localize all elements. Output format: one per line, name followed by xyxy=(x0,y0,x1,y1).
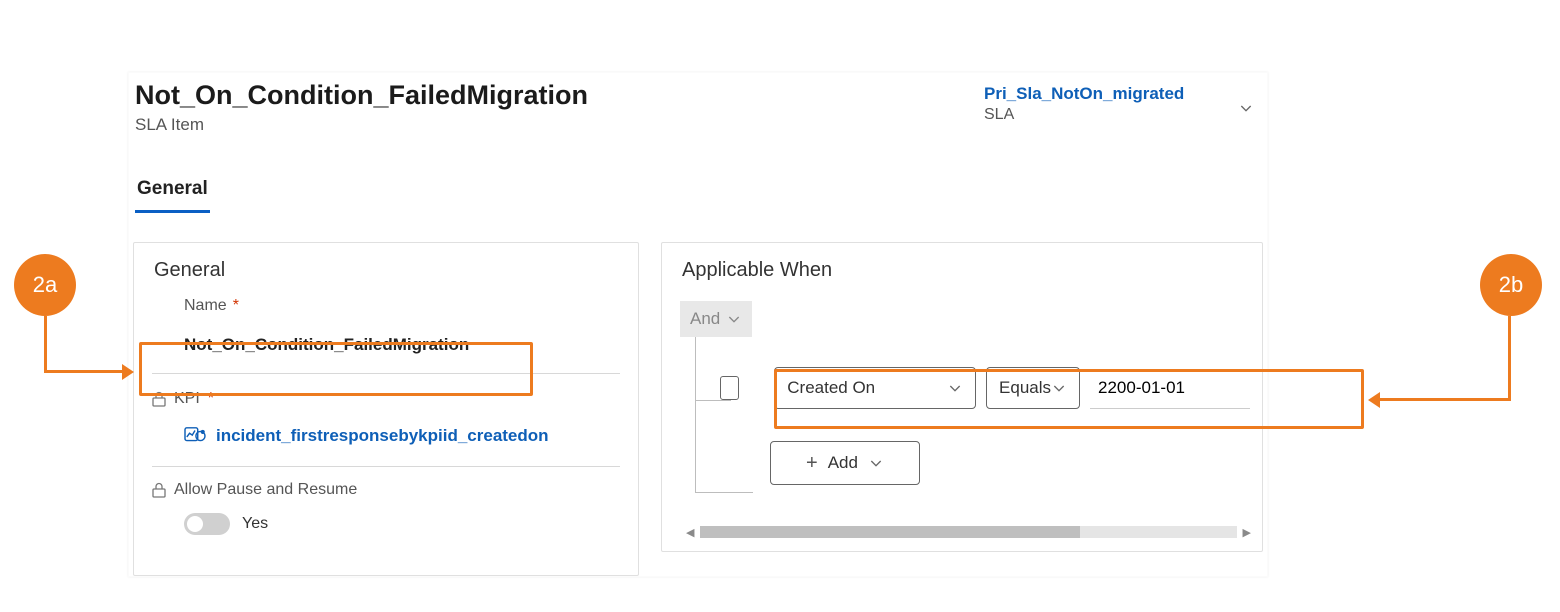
parent-record-link[interactable]: Pri_Sla_NotOn_migrated xyxy=(984,84,1244,104)
callout-connector xyxy=(44,370,124,373)
section-applicable-title: Applicable When xyxy=(662,243,852,282)
required-asterisk: * xyxy=(208,390,214,408)
chevron-down-icon[interactable] xyxy=(1238,100,1254,121)
condition-field-dropdown[interactable]: Created On xyxy=(774,367,976,409)
condition-operator-dropdown[interactable]: Equals xyxy=(986,367,1080,409)
tabs: General xyxy=(135,178,210,213)
tab-general[interactable]: General xyxy=(135,178,210,213)
callout-connector xyxy=(1380,398,1511,401)
callout-2a: 2a xyxy=(14,254,76,316)
allow-pause-label-row: Allow Pause and Resume xyxy=(152,467,620,499)
chevron-down-icon xyxy=(1051,380,1067,396)
condition-value-input[interactable] xyxy=(1090,367,1250,409)
required-asterisk: * xyxy=(233,297,239,315)
name-field[interactable]: Not_On_Condition_FailedMigration xyxy=(152,315,620,374)
horizontal-scrollbar[interactable]: ◀ ▶ xyxy=(686,524,1251,540)
section-applicable-when: Applicable When And Created On Equals xyxy=(661,242,1263,552)
scroll-left-arrow-icon[interactable]: ◀ xyxy=(686,526,694,539)
plus-icon: + xyxy=(806,452,818,475)
allow-pause-toggle[interactable] xyxy=(184,513,230,535)
group-operator[interactable]: And xyxy=(680,301,752,337)
name-label: Name* xyxy=(152,297,620,315)
kpi-field[interactable]: incident_firstresponsebykpiid_createdon xyxy=(152,408,620,467)
lock-icon xyxy=(152,482,166,498)
kpi-icon xyxy=(184,426,206,446)
scroll-right-arrow-icon[interactable]: ▶ xyxy=(1243,526,1251,539)
callout-connector xyxy=(1508,316,1511,400)
parent-record-block: Pri_Sla_NotOn_migrated SLA xyxy=(984,84,1244,124)
entity-subtitle: SLA Item xyxy=(135,115,204,135)
page-title: Not_On_Condition_FailedMigration xyxy=(135,80,588,111)
section-general-title: General xyxy=(134,243,245,282)
scroll-thumb[interactable] xyxy=(700,526,1080,538)
lock-icon xyxy=(152,391,166,407)
chevron-down-icon xyxy=(947,380,963,396)
callout-2b: 2b xyxy=(1480,254,1542,316)
chevron-down-icon xyxy=(726,311,742,327)
condition-row: Created On Equals xyxy=(720,367,1250,409)
section-general: General Name* Not_On_Condition_FailedMig… xyxy=(133,242,639,576)
callout-connector xyxy=(44,316,47,372)
condition-checkbox[interactable] xyxy=(720,376,739,400)
callout-arrow-icon xyxy=(122,364,134,380)
parent-record-label: SLA xyxy=(984,106,1244,124)
add-condition-button[interactable]: + Add xyxy=(770,441,920,485)
allow-pause-toggle-row: Yes xyxy=(152,499,620,535)
callout-arrow-icon xyxy=(1368,392,1380,408)
scroll-track[interactable] xyxy=(700,526,1236,538)
chevron-down-icon xyxy=(868,455,884,471)
allow-pause-value: Yes xyxy=(242,515,268,533)
kpi-label-row: KPI* xyxy=(152,374,620,408)
